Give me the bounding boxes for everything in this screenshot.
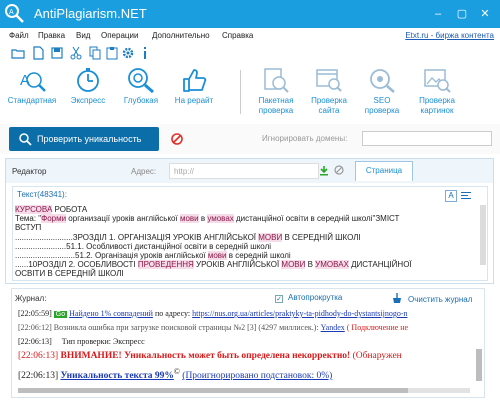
journal-title: Журнал: [15, 294, 47, 303]
clear-journal-button[interactable]: Очистить журнал [392, 293, 472, 304]
paste-icon[interactable] [105, 46, 119, 60]
document-line: ......10РОЗДІЛ 2. ОСОБЛИВОСТІ ПРОВЕДЕННЯ… [15, 260, 412, 270]
document-line: ...........................51.2. Організ… [15, 251, 291, 261]
menu-operations[interactable]: Операции [101, 31, 138, 40]
deep-check-icon [128, 68, 154, 94]
document-line: КУРСОВА РОБОТА [15, 205, 88, 214]
quick-toolbar [0, 44, 500, 62]
editor-title: Редактор [12, 167, 47, 176]
save-icon[interactable] [50, 46, 64, 60]
copy-icon[interactable] [88, 46, 102, 60]
image-check-button[interactable]: Проверка картинок [402, 66, 472, 120]
menu-file[interactable]: Файл [9, 31, 29, 40]
journal-log: [22:05:59] Go Найдено 1% совпадений по а… [18, 307, 474, 385]
ignore-domains-label: Игнорировать домены: [262, 134, 348, 143]
check-uniqueness-button[interactable]: Проверить уникальность [9, 127, 159, 151]
ignored-substitutions-link[interactable]: (Проигнорировано подстановок: 0%) [182, 371, 332, 381]
menu-view[interactable]: Вид [76, 31, 90, 40]
text-align-icon[interactable] [460, 190, 472, 202]
etxt-link[interactable]: Etxt.ru - биржа контента [405, 31, 494, 40]
cut-icon[interactable] [69, 46, 83, 60]
editor-panel: Редактор Адрес: http:// Страница Текст(4… [5, 158, 494, 284]
autoscroll-checkbox[interactable]: ✓ [275, 295, 283, 303]
journal-warning: [22:06:13] ВНИМАНИЕ! Уникальность может … [18, 351, 402, 361]
thumbs-up-icon [183, 69, 207, 92]
journal-vscroll-thumb[interactable] [476, 349, 482, 381]
broom-icon [393, 293, 401, 303]
menu-additional[interactable]: Дополнительно [152, 31, 210, 40]
stop-icon[interactable] [170, 132, 184, 146]
match-url-link[interactable]: https://nus.org.ua/articles/praktyky-ta-… [192, 309, 407, 318]
maximize-button[interactable]: ▢ [452, 4, 472, 24]
go-badge[interactable]: Go [53, 311, 68, 318]
text-scrollbar[interactable] [480, 205, 486, 265]
app-logo-icon: A [5, 4, 24, 23]
minimize-button[interactable]: – [428, 4, 448, 24]
download-icon[interactable] [319, 165, 329, 176]
clear-journal-label: Очистить журнал [408, 295, 473, 304]
autoscroll-toggle[interactable]: ✓ Автопрокрутка [275, 293, 342, 303]
journal-entry: [22:06:13] Тип проверки: Экспресс [18, 337, 145, 346]
svg-text:A: A [9, 9, 14, 16]
new-file-icon[interactable] [31, 46, 45, 60]
text-count: Текст(48341): [17, 190, 67, 199]
clear-address-icon[interactable] [334, 165, 344, 175]
document-text[interactable]: КУРСОВА РОБОТА Тема: "Форми организації у… [15, 205, 475, 279]
tab-page[interactable]: Страница [355, 161, 413, 181]
info-icon[interactable] [138, 46, 152, 60]
journal-panel: Журнал: ✓ Автопрокрутка Очистить журнал [… [11, 288, 485, 398]
autoscroll-label: Автопрокрутка [288, 293, 343, 302]
standard-check-icon: A [20, 72, 46, 92]
document-line: ВСТУП [15, 223, 42, 233]
text-area[interactable]: Текст(48341): A КУРСОВА РОБОТА Тема: "Фор… [12, 186, 488, 281]
ignore-domains-input[interactable] [362, 131, 492, 146]
uniqueness-result-link[interactable]: Уникальность текста 99% [60, 371, 173, 381]
yandex-link[interactable]: Yandex [321, 323, 345, 332]
address-input[interactable]: http:// [169, 163, 319, 179]
editor-header: Редактор Адрес: http:// Страница [6, 159, 493, 183]
check-ribbon: A Стандартная Экспресс Глубокая На рерай… [0, 62, 500, 120]
document-line: ..........................ЗРОЗДІЛ 1. ОРГ… [15, 232, 361, 242]
address-label: Адрес: [131, 167, 157, 176]
stopwatch-icon [77, 68, 99, 92]
close-button[interactable]: ✕ [475, 4, 495, 24]
settings-icon[interactable] [121, 46, 135, 60]
journal-result: [22:06:13] Уникальность текста 99%© (Про… [18, 367, 333, 382]
journal-hscroll[interactable] [18, 388, 470, 393]
image-check-label: Проверка картинок [419, 96, 455, 115]
image-check-icon [424, 69, 451, 93]
site-check-icon [316, 69, 342, 92]
document-line: ОСВІТИ В СЕРЕДНІЙ ШКОЛІ [15, 269, 124, 279]
font-format-button[interactable]: A [445, 190, 457, 202]
menu-edit[interactable]: Правка [38, 31, 65, 40]
seo-check-icon [370, 69, 395, 93]
rewrite-check-label: На рерайт [174, 96, 214, 105]
journal-entry: [22:05:59] Go Найдено 1% совпадений по а… [18, 309, 408, 318]
menu-help[interactable]: Справка [222, 31, 253, 40]
match-found-link[interactable]: Найдено 1% совпадений [69, 309, 153, 318]
journal-header: Журнал: ✓ Автопрокрутка Очистить журнал [12, 289, 484, 307]
journal-vscroll[interactable] [476, 307, 482, 387]
journal-hscroll-thumb[interactable] [18, 388, 408, 393]
rewrite-check-button[interactable]: На рерайт [159, 66, 229, 120]
search-icon [19, 133, 32, 146]
journal-entry: [22:06:12] Возникла ошибка при загрузке … [18, 323, 409, 332]
title-bar: A AntiPlagiarism.NET – ▢ ✕ [0, 0, 500, 28]
folder-icon[interactable] [11, 46, 25, 60]
check-uniqueness-label: Проверить уникальность [37, 134, 142, 144]
app-title: AntiPlagiarism.NET [34, 6, 147, 21]
menu-bar: Файл Правка Вид Операции Дополнительно С… [0, 28, 500, 44]
document-line: .......................51.1. Особливості… [15, 241, 272, 251]
batch-check-icon [264, 68, 289, 93]
document-line: Тема: "Форми организації уроків англійсь… [15, 214, 400, 224]
action-row: Проверить уникальность Игнорировать доме… [0, 124, 500, 154]
